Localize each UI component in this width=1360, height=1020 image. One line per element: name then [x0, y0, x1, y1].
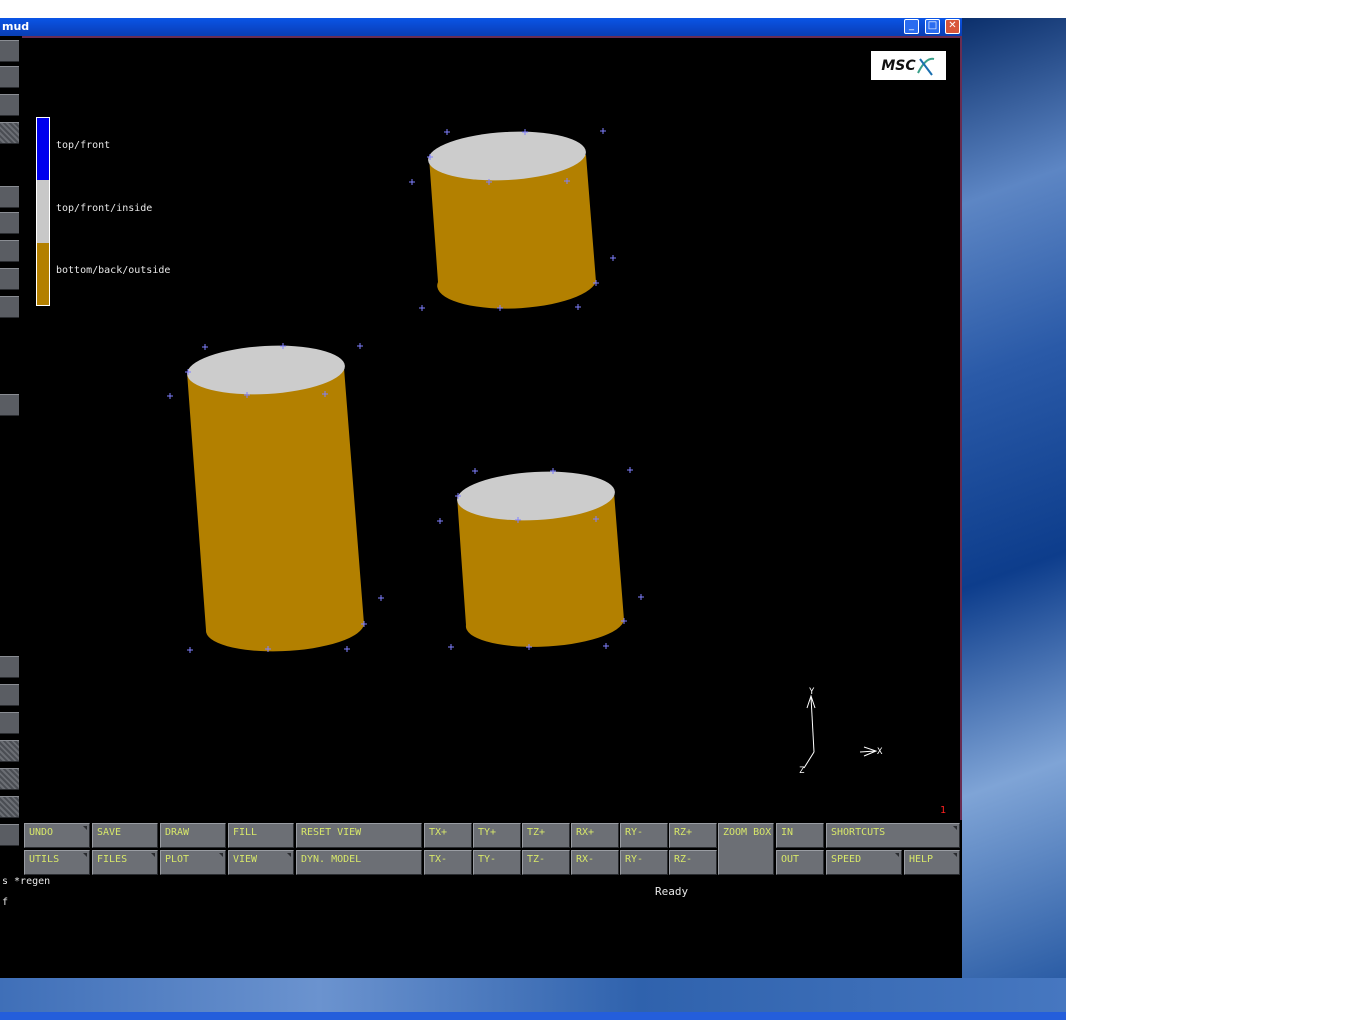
status-text: Ready: [655, 885, 689, 898]
legend-swatch-outside: [37, 242, 49, 305]
msc-logo-text: MSC: [881, 57, 916, 74]
tz-minus-button[interactable]: TZ-: [522, 850, 570, 875]
command-toolbar: UNDO SAVE DRAW FILL RESET VIEW TX+ TY+ T…: [22, 820, 962, 878]
axis-label-y: Y: [809, 687, 815, 697]
reset-view-button[interactable]: RESET VIEW: [296, 823, 422, 848]
menu-arrow-icon: [151, 853, 155, 857]
rz-plus-button[interactable]: RZ+: [669, 823, 717, 848]
shortcuts-button[interactable]: SHORTCUTS: [826, 823, 960, 848]
cylinder-right[interactable]: [456, 468, 624, 647]
zoom-in-button[interactable]: IN: [776, 823, 824, 848]
ry-button[interactable]: RY-: [620, 823, 668, 848]
utils-button[interactable]: UTILS: [24, 850, 90, 875]
axis-label-z: Z: [799, 766, 805, 776]
tz-plus-button[interactable]: TZ+: [522, 823, 570, 848]
save-button[interactable]: SAVE: [92, 823, 158, 848]
dyn-model-button[interactable]: DYN. MODEL: [296, 850, 422, 875]
command-console[interactable]: s *regen f Ready: [0, 876, 962, 978]
cylinder-left[interactable]: [186, 342, 364, 652]
menu-arrow-icon: [895, 853, 899, 857]
cylinder-top[interactable]: [427, 128, 596, 309]
msc-logo: MSC: [871, 51, 946, 80]
legend-swatch-inside: [37, 180, 49, 243]
undo-button[interactable]: UNDO: [24, 823, 90, 848]
tx-minus-button[interactable]: TX-: [424, 850, 472, 875]
tx-plus-button[interactable]: TX+: [424, 823, 472, 848]
ty-minus-button[interactable]: TY-: [473, 850, 521, 875]
legend-label-outside: bottom/back/outside: [56, 265, 171, 276]
view-button[interactable]: VIEW: [228, 850, 294, 875]
plot-button[interactable]: PLOT: [160, 850, 226, 875]
menu-arrow-icon: [83, 853, 87, 857]
menu-arrow-icon: [287, 853, 291, 857]
rx-minus-button[interactable]: RX-: [571, 850, 619, 875]
speed-button[interactable]: SPEED: [826, 850, 902, 875]
fill-button[interactable]: FILL: [228, 823, 294, 848]
zoom-out-button[interactable]: OUT: [776, 850, 824, 875]
axis-label-x: X: [877, 747, 883, 757]
menu-arrow-icon: [83, 826, 87, 830]
zoom-box-button[interactable]: ZOOM BOX: [718, 823, 774, 875]
rx-plus-button[interactable]: RX+: [571, 823, 619, 848]
help-button[interactable]: HELP: [904, 850, 960, 875]
menu-arrow-icon: [219, 853, 223, 857]
msc-logo-mark-icon: [916, 57, 934, 76]
files-button[interactable]: FILES: [92, 850, 158, 875]
draw-button[interactable]: DRAW: [160, 823, 226, 848]
menu-arrow-icon: [953, 826, 957, 830]
ry-minus-button[interactable]: RY-: [620, 850, 668, 875]
axis-triad: [803, 694, 878, 769]
menu-arrow-icon: [953, 853, 957, 857]
legend-label-top-front: top/front: [56, 140, 111, 151]
console-line: f: [2, 897, 9, 908]
rz-minus-button[interactable]: RZ-: [669, 850, 717, 875]
ty-plus-button[interactable]: TY+: [473, 823, 521, 848]
console-line: s *regen: [2, 876, 51, 887]
legend-label-inside: top/front/inside: [56, 203, 153, 214]
legend-swatch-top-front: [37, 118, 49, 181]
legend-color-bar: [36, 117, 50, 306]
viewport-number: 1: [940, 805, 947, 816]
